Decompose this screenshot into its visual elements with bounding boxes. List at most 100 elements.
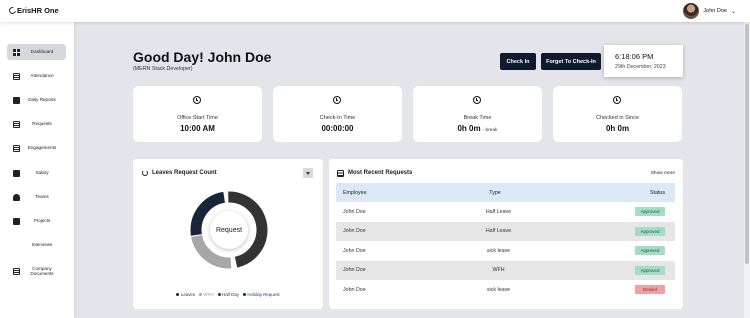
table-row[interactable]: John Doe Half Leave Approved [336, 221, 675, 241]
chart-legend: Leaves WFH Half Day Holiday Request [133, 292, 323, 297]
interviews-icon [13, 242, 20, 249]
cell-type: Half Leave [485, 228, 512, 235]
legend-swatch [199, 293, 203, 296]
sidebar-item-label: Company Documents [30, 265, 54, 277]
chevron-down-icon[interactable]: ⌄ [731, 8, 736, 15]
sidebar-item-requests[interactable]: Requests [7, 116, 66, 132]
recent-requests-panel: Most Recent Requests Show more Employee … [329, 159, 683, 309]
header-type: Type [489, 189, 501, 196]
header-employee: Employee [343, 189, 367, 196]
app-logo[interactable]: ErisHR One [7, 5, 59, 16]
clock-icon [613, 96, 621, 104]
stat-card-check-in: Check-In Time 00:00:00 [273, 86, 402, 142]
cell-employee: John Doe [343, 247, 366, 254]
table-row[interactable]: John Doe WFH Approved [336, 260, 675, 280]
header-status: Status [649, 189, 665, 196]
top-bar: ErisHR One John Doe ⌄ [0, 0, 750, 22]
document-icon [13, 120, 20, 128]
list-icon [13, 267, 20, 275]
legend-item-holiday-request[interactable]: Holiday Request [242, 292, 280, 297]
sidebar-item-label: Teams [35, 194, 49, 200]
leaves-request-panel: Leaves Request Count Request Leaves WFH … [133, 159, 323, 309]
table-row[interactable]: John Doe Half Leave Approved [336, 202, 675, 222]
sidebar-item-attendance[interactable]: Attendance [7, 68, 66, 84]
legend-item-half-day[interactable]: Half Day [217, 292, 239, 297]
cell-status: Approved [521, 246, 675, 256]
cell-status: Approved [521, 265, 675, 275]
stat-suffix: - break [482, 128, 498, 133]
stat-value: 0h 0m - break [457, 124, 498, 133]
sidebar-item-engagements[interactable]: Engagements [7, 140, 66, 156]
sidebar: Dashboard Attendance Daily Reports Reque… [0, 22, 74, 318]
stat-card-break-time: Break Time 0h 0m - break [413, 86, 542, 142]
check-in-button[interactable]: Check In [500, 53, 536, 70]
cell-employee: John Doe [343, 228, 366, 235]
cell-employee: John Doe [343, 208, 366, 215]
user-menu[interactable]: John Doe ⌄ [683, 3, 736, 19]
stat-card-checked-in-since: Checked in Since 0h 0m [553, 86, 682, 142]
clock-icon [473, 96, 481, 104]
clock-widget: 6:18:06 PM 29th December, 2023 [604, 45, 683, 77]
clock-icon [193, 96, 201, 104]
sidebar-item-company-documents[interactable]: Company Documents [7, 262, 66, 280]
sidebar-item-label: Salary [35, 170, 49, 176]
cell-type: WFH [492, 267, 505, 274]
clock-icon [333, 96, 341, 104]
requests-table: Employee Type Status John Doe Half Leave… [336, 183, 675, 300]
calendar-icon [13, 144, 20, 152]
sidebar-item-projects[interactable]: Projects [7, 213, 66, 229]
sidebar-item-salary[interactable]: Salary [7, 165, 66, 181]
clock-date: 29th December, 2023 [615, 64, 666, 70]
cell-type: sick leave [486, 286, 511, 293]
stat-card-office-start: Office Start Time 10:00 AM [133, 86, 262, 142]
clock-time: 6:18:06 PM [615, 52, 654, 61]
status-badge: Approved [635, 246, 665, 256]
legend-item-wfh[interactable]: WFH [199, 292, 214, 297]
sidebar-item-label: Daily Reports [28, 97, 56, 103]
sidebar-item-label: Attendance [30, 73, 54, 79]
stat-label: Office Start Time [177, 115, 218, 121]
stat-label: Checked in Since [596, 115, 639, 121]
status-badge: Denied [635, 285, 665, 295]
app-logo-text: ErisHR One [17, 6, 59, 15]
forgot-check-in-button[interactable]: Forget To Check-In [541, 53, 601, 70]
user-name: John Doe [703, 8, 727, 14]
list-icon [337, 170, 344, 177]
legend-swatch [217, 293, 221, 296]
stat-value: 00:00:00 [321, 124, 354, 133]
donut-center-label: Request [210, 211, 248, 249]
avatar[interactable] [683, 3, 700, 19]
scrollbar-thumb[interactable] [745, 24, 749, 264]
cell-status: Approved [521, 207, 675, 217]
status-badge: Approved [635, 226, 665, 236]
sidebar-item-dashboard[interactable]: Dashboard [7, 44, 66, 60]
legend-swatch [242, 293, 246, 296]
people-icon [13, 193, 20, 201]
stat-value: 0h 0m [605, 124, 630, 133]
logo-icon [7, 5, 18, 16]
table-header: Employee Type Status [336, 183, 675, 202]
sidebar-item-label: Engagements [27, 145, 57, 151]
legend-item-leaves[interactable]: Leaves [176, 292, 195, 297]
user-role: (MERN Stack Developer) [133, 66, 193, 72]
show-more-link[interactable]: Show more [651, 171, 675, 176]
table-row[interactable]: John Doe sick leave Denied [336, 280, 675, 300]
requests-panel-title: Most Recent Requests [348, 170, 413, 176]
page-title: Good Day! John Doe [133, 49, 272, 65]
stat-label: Check-In Time [319, 115, 356, 121]
sidebar-item-interviews[interactable]: Interviews [7, 237, 66, 253]
stat-value: 10:00 AM [180, 124, 215, 133]
sidebar-item-teams[interactable]: Teams [7, 189, 66, 205]
table-row[interactable]: John Doe sick leave Approved [336, 241, 675, 261]
status-badge: Approved [635, 207, 665, 217]
sidebar-item-label: Dashboard [30, 49, 54, 55]
cell-employee: John Doe [343, 267, 366, 274]
status-badge: Approved [635, 265, 665, 275]
sidebar-item-label: Interviews [31, 242, 53, 248]
cell-status: Denied [521, 285, 675, 295]
legend-swatch [176, 293, 180, 296]
sidebar-item-label: Requests [32, 121, 52, 127]
sidebar-item-daily-reports[interactable]: Daily Reports [7, 92, 66, 108]
calendar-icon [13, 72, 20, 80]
wallet-icon [13, 169, 20, 177]
